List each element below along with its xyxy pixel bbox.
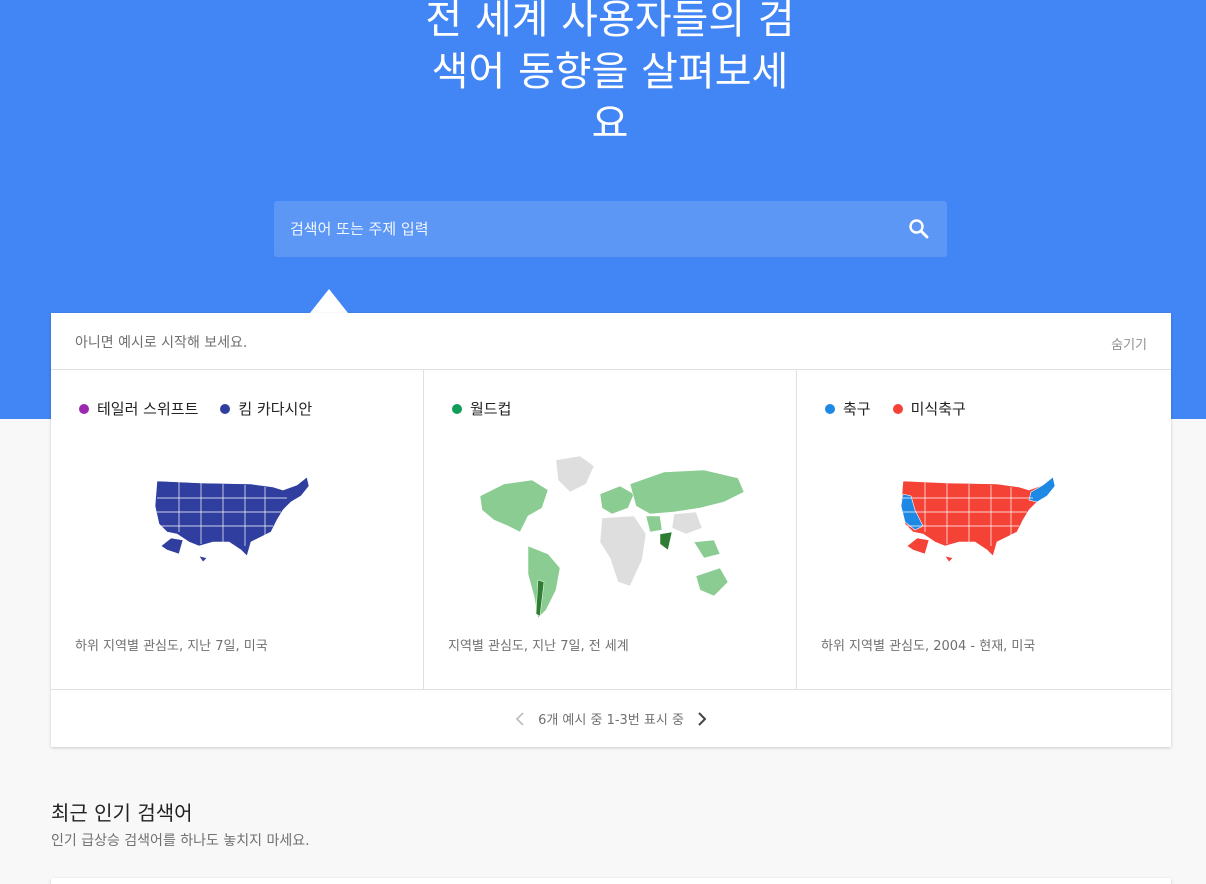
trending-card [51,878,1171,884]
trending-title: 최근 인기 검색어 [51,801,193,825]
legend-item: 축구 [825,398,871,419]
legend-item: 미식축구 [892,398,966,419]
examples-intro: 아니면 예시로 시작해 보세요. [75,335,248,351]
legend-dot [825,403,835,414]
pager-text: 6개 예시 중 1-3번 표시 중 [538,713,684,728]
hero-title: 전 세계 사용자들의 검 색어 동향을 살펴보세 요 [390,0,830,150]
legend-dot [452,403,462,414]
legend-dot [79,403,89,414]
legend-label: 미식축구 [910,400,966,418]
trending-subtitle: 인기 급상승 검색어를 하나도 놓치지 마세요. [51,833,310,849]
example-card[interactable]: 테일러 스위프트 킴 카다시안 하위 지역별 관심도, 지난 7일, 미국 [51,370,424,690]
example-card[interactable]: 월드컵 지역별 관심도, 지난 7일, 전 세계 [424,370,797,690]
legend: 월드컵 [452,398,511,419]
example-card[interactable]: 축구 미식축구 하위 지역별 관심도, 2004 - 현재, 미국 [797,370,1171,690]
legend-dot [892,403,903,414]
card-pointer [310,289,348,313]
legend-label: 월드컵 [470,400,512,418]
examples-card-header: 아니면 예시로 시작해 보세요. 숨기기 [51,313,1171,370]
legend-dot [220,403,231,414]
search-box[interactable] [274,201,947,257]
legend-item: 월드컵 [452,398,511,419]
examples-row: 테일러 스위프트 킴 카다시안 하위 지역별 관심도, 지난 7일, 미국 월드… [51,370,1171,690]
legend-label: 테일러 스위프트 [97,400,199,418]
search-input[interactable] [290,201,890,257]
legend-label: 축구 [843,400,871,418]
chevron-left-icon[interactable] [508,707,532,731]
hero-title-line: 요 [591,101,629,147]
world-map [479,455,745,619]
us-map [900,476,1056,563]
example-caption: 하위 지역별 관심도, 지난 7일, 미국 [75,639,268,654]
chevron-right-icon[interactable] [690,707,714,731]
hide-button[interactable]: 숨기기 [1111,334,1147,353]
hero-title-line: 색어 동향을 살펴보세 [431,49,789,95]
examples-card: 아니면 예시로 시작해 보세요. 숨기기 테일러 스위프트 킴 카다시안 하위 … [51,313,1171,747]
us-map [154,476,310,563]
legend-item: 킴 카다시안 [220,398,312,419]
legend-label: 킴 카다시안 [238,400,313,418]
search-icon[interactable] [907,217,931,241]
hero-title-line: 전 세계 사용자들의 검 [425,0,795,43]
examples-pager: 6개 예시 중 1-3번 표시 중 [51,690,1171,747]
legend: 테일러 스위프트 킴 카다시안 [79,398,312,419]
example-caption: 지역별 관심도, 지난 7일, 전 세계 [448,639,629,654]
example-caption: 하위 지역별 관심도, 2004 - 현재, 미국 [821,639,1036,654]
legend: 축구 미식축구 [825,398,966,419]
legend-item: 테일러 스위프트 [79,398,198,419]
